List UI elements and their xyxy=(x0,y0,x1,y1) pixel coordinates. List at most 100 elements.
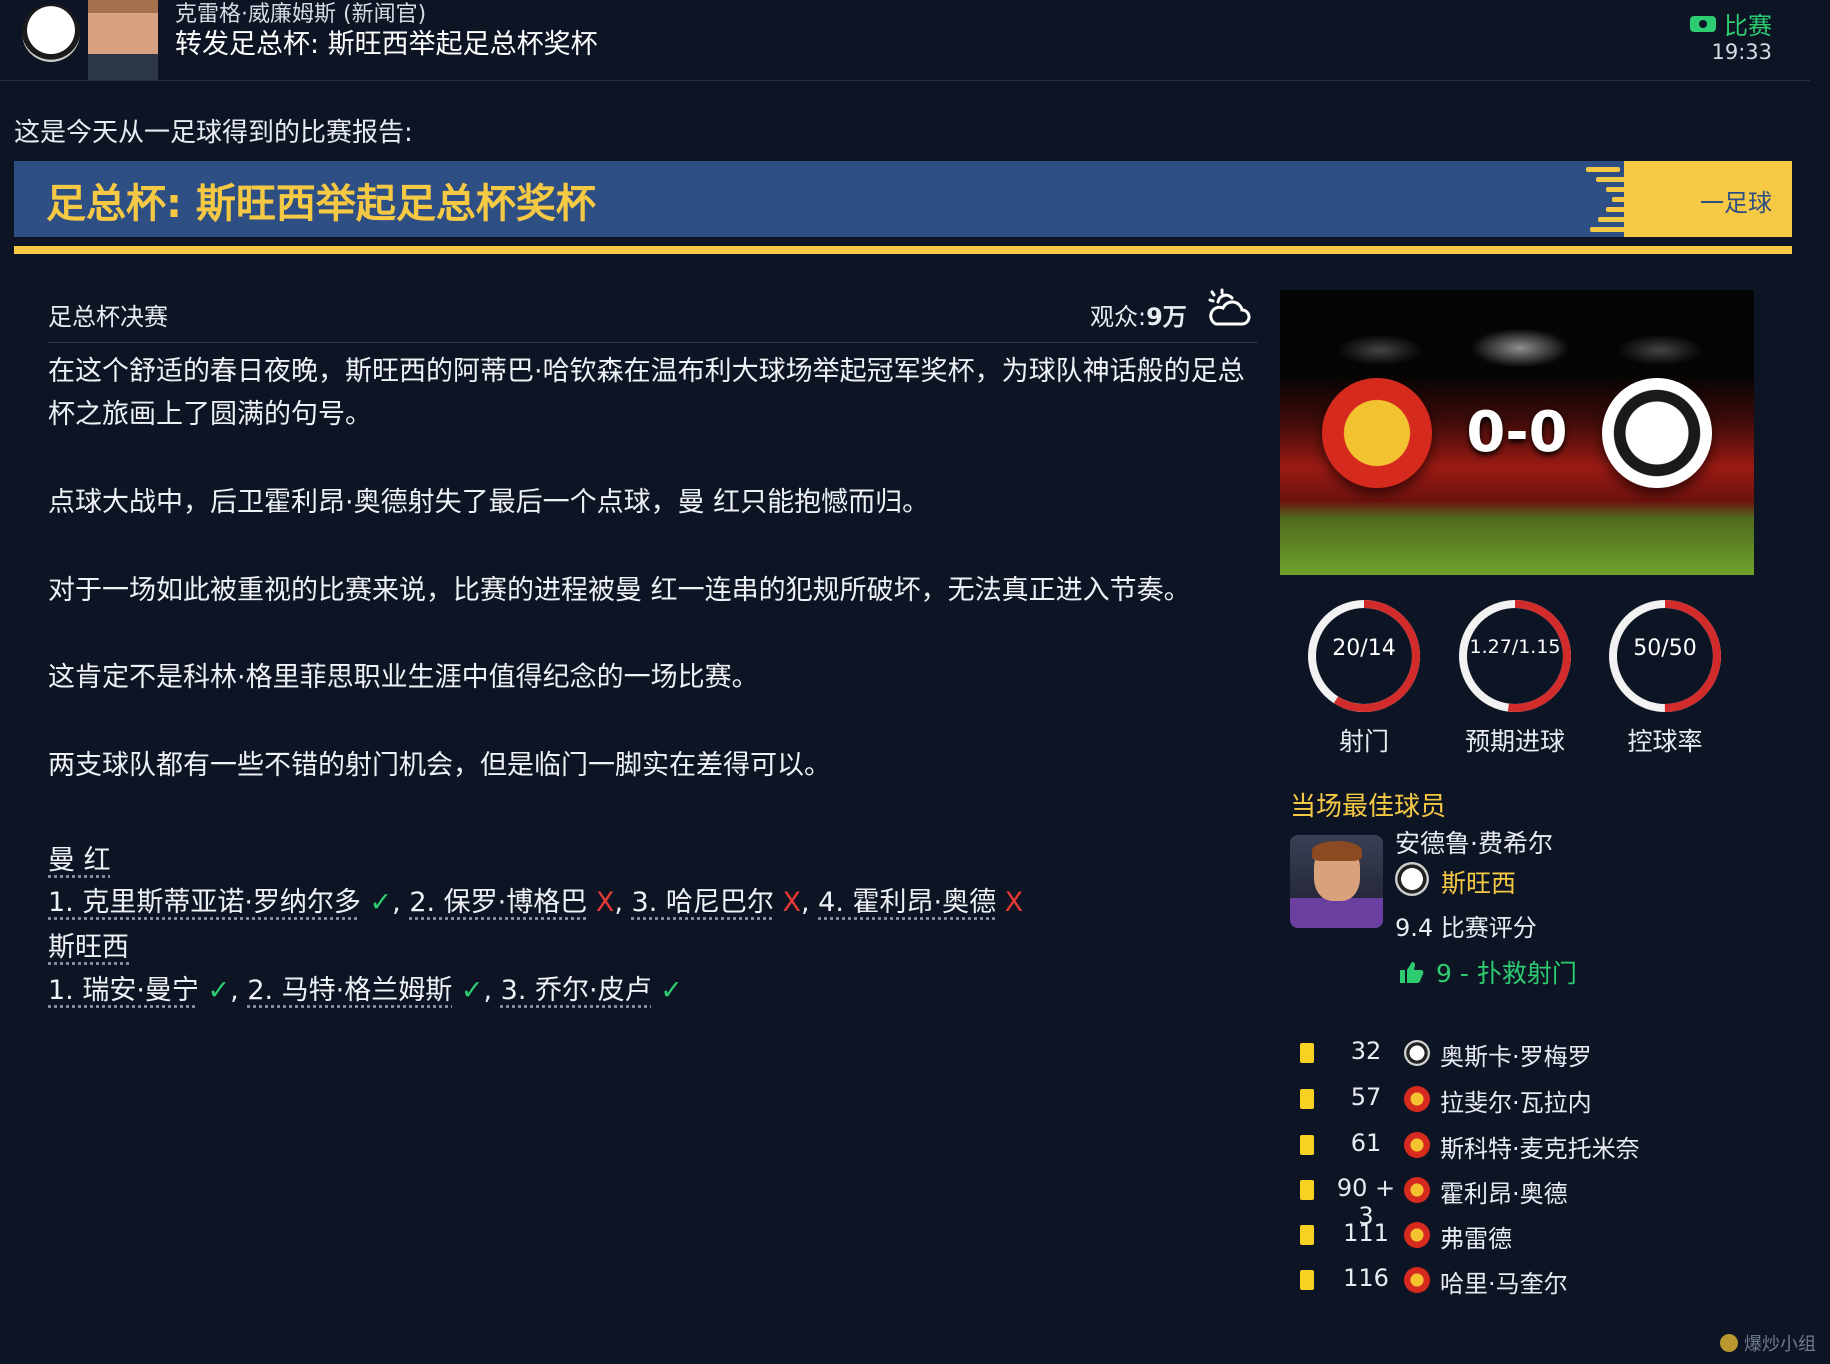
attendance-value: 9万 xyxy=(1146,303,1187,331)
penalty-taker[interactable]: 1. 克里斯蒂亚诺·罗纳尔多 xyxy=(48,887,361,918)
yellow-card-icon xyxy=(1300,1089,1314,1109)
booking-minute: 61 xyxy=(1350,1129,1382,1157)
penalty-missed-mark: X xyxy=(595,887,615,918)
match-scoreboard[interactable]: 0-0 xyxy=(1280,290,1754,575)
match-score: 0-0 xyxy=(1430,400,1604,465)
category-label: 比赛 xyxy=(1690,6,1772,41)
booking-row[interactable]: 111 弗雷德 xyxy=(1300,1217,1700,1257)
stat-label: 射门 xyxy=(1338,727,1389,756)
stat-shots: 20/14 射门 xyxy=(1304,596,1424,758)
banner-title: 足总杯: 斯旺西举起足总杯奖杯 xyxy=(46,181,596,227)
booking-minute: 111 xyxy=(1343,1219,1389,1247)
source-logo-icon xyxy=(1586,167,1634,232)
booking-row[interactable]: 90 + 3 霍利昂·奥德 xyxy=(1300,1172,1700,1230)
player-photo[interactable] xyxy=(1290,835,1383,928)
report-paragraph: 在这个舒适的春日夜晚，斯旺西的阿蒂巴·哈钦森在温布利大球场举起冠军奖杯，为球队神… xyxy=(48,356,1245,430)
yellow-card-icon xyxy=(1300,1270,1314,1290)
away-score: 0 xyxy=(1528,400,1568,465)
manchester-united-badge-icon xyxy=(1404,1267,1430,1293)
shootout-kicks-away: 1. 瑞安·曼宁 ✓, 2. 马特·格兰姆斯 ✓, 3. 乔尔·皮卢 ✓ xyxy=(48,975,683,1006)
booking-player[interactable]: 奥斯卡·罗梅罗 xyxy=(1440,1037,1592,1072)
watermark: 爆炒小组 xyxy=(1720,1330,1816,1356)
penalty-taker[interactable]: 2. 保罗·博格巴 xyxy=(409,887,587,918)
booking-row[interactable]: 57 拉斐尔·瓦拉内 xyxy=(1300,1081,1700,1121)
booking-row[interactable]: 32 奥斯卡·罗梅罗 xyxy=(1300,1035,1700,1075)
attendance: 观众:9万 xyxy=(1090,297,1187,332)
article-divider xyxy=(48,342,1258,343)
stat-label: 预期进球 xyxy=(1464,727,1565,756)
highlight-text: 9 - 扑救射门 xyxy=(1436,959,1577,988)
penalty-taker[interactable]: 2. 马特·格兰姆斯 xyxy=(247,975,452,1006)
watermark-text: 爆炒小组 xyxy=(1744,1334,1816,1355)
manchester-united-badge-icon xyxy=(1404,1222,1430,1248)
stat-value: 1.27/1.15 xyxy=(1469,636,1561,658)
stat-label: 控球率 xyxy=(1627,727,1703,756)
manchester-united-badge-icon xyxy=(1404,1177,1430,1203)
partly-cloudy-icon xyxy=(1208,288,1251,326)
penalty-scored-mark: ✓ xyxy=(460,975,484,1006)
shootout-team-away[interactable]: 斯旺西 xyxy=(48,925,129,964)
penalty-scored-mark: ✓ xyxy=(660,975,683,1006)
booking-minute: 32 xyxy=(1350,1037,1382,1065)
report-paragraph: 两支球队都有一些不错的射门机会，但是临门一脚实在差得可以。 xyxy=(48,750,831,781)
booking-player[interactable]: 拉斐尔·瓦拉内 xyxy=(1440,1083,1592,1118)
penalty-taker[interactable]: 4. 霍利昂·奥德 xyxy=(818,887,996,918)
score-separator: - xyxy=(1505,400,1529,465)
source-name: 一足球 xyxy=(1700,189,1772,217)
shootout-team-home[interactable]: 曼 红 xyxy=(48,838,111,877)
manchester-united-badge-icon xyxy=(1404,1132,1430,1158)
swansea-badge-icon xyxy=(1404,1040,1430,1066)
penalty-taker[interactable]: 1. 瑞安·曼宁 xyxy=(48,975,199,1006)
home-score: 0 xyxy=(1466,400,1506,465)
message-header: 克雷格·威廉姆斯 (新闻官) 转发足总杯: 斯旺西举起足总杯奖杯 比赛 19:3… xyxy=(0,0,1810,81)
news-source: 一足球 xyxy=(1586,161,1792,237)
message-time: 19:33 xyxy=(1711,40,1772,64)
swansea-city-crest-icon[interactable] xyxy=(1602,378,1712,488)
club-badge-icon xyxy=(22,4,80,62)
report-paragraph: 这肯定不是科林·格里菲思职业生涯中值得纪念的一场比赛。 xyxy=(48,662,759,693)
penalty-scored-mark: ✓ xyxy=(207,975,231,1006)
thumbs-up-icon xyxy=(1400,962,1424,983)
ticket-icon xyxy=(1690,15,1716,32)
intro-text: 这是今天从一足球得到的比赛报告: xyxy=(14,118,413,148)
attendance-label: 观众: xyxy=(1090,303,1147,331)
player-of-match-title: 当场最佳球员 xyxy=(1290,792,1447,822)
booking-player[interactable]: 哈里·马奎尔 xyxy=(1440,1264,1568,1299)
report-paragraph: 点球大战中，后卫霍利昂·奥德射失了最后一个点球，曼 红只能抱憾而归。 xyxy=(48,487,930,518)
yellow-card-icon xyxy=(1300,1225,1314,1245)
competition-name: 足总杯决赛 xyxy=(48,303,168,331)
yellow-card-icon xyxy=(1300,1180,1314,1200)
stat-value: 50/50 xyxy=(1633,636,1697,661)
penalty-taker[interactable]: 3. 乔尔·皮卢 xyxy=(501,975,652,1006)
report-paragraph: 对于一场如此被重视的比赛来说，比赛的进程被曼 红一连串的犯规所破坏，无法真正进入… xyxy=(48,575,1191,606)
player-name[interactable]: 安德鲁·费希尔 xyxy=(1395,824,1553,860)
player-club[interactable]: 斯旺西 xyxy=(1441,864,1516,900)
booking-player[interactable]: 霍利昂·奥德 xyxy=(1440,1174,1568,1209)
booking-player[interactable]: 弗雷德 xyxy=(1440,1219,1512,1254)
shootout-kicks-home: 1. 克里斯蒂亚诺·罗纳尔多 ✓, 2. 保罗·博格巴 X, 3. 哈尼巴尔 X… xyxy=(48,887,1024,918)
banner-divider xyxy=(14,246,1792,254)
booking-player[interactable]: 斯科特·麦克托米奈 xyxy=(1440,1129,1640,1164)
watermark-logo-icon xyxy=(1720,1334,1738,1352)
sender-avatar[interactable] xyxy=(88,0,158,80)
yellow-card-icon xyxy=(1300,1135,1314,1155)
stat-value: 20/14 xyxy=(1332,636,1396,661)
booking-row[interactable]: 116 哈里·马奎尔 xyxy=(1300,1262,1700,1302)
player-highlight: 9 - 扑救射门 xyxy=(1398,954,1577,990)
message-title: 转发足总杯: 斯旺西举起足总杯奖杯 xyxy=(175,29,598,60)
manchester-united-crest-icon[interactable] xyxy=(1322,378,1432,488)
penalty-missed-mark: X xyxy=(782,887,801,918)
booking-minute: 57 xyxy=(1350,1083,1382,1111)
penalty-scored-mark: ✓ xyxy=(369,887,393,918)
swansea-badge-icon xyxy=(1395,862,1429,896)
booking-minute: 116 xyxy=(1343,1264,1389,1292)
category-text: 比赛 xyxy=(1724,12,1772,40)
yellow-card-icon xyxy=(1300,1043,1314,1063)
stat-expected-goals: 1.27/1.15 预期进球 xyxy=(1455,596,1575,758)
stat-possession: 50/50 控球率 xyxy=(1605,596,1725,758)
penalty-missed-mark: X xyxy=(1004,887,1024,918)
manchester-united-badge-icon xyxy=(1404,1086,1430,1112)
penalty-taker[interactable]: 3. 哈尼巴尔 xyxy=(632,887,774,918)
player-rating: 9.4 比赛评分 xyxy=(1395,914,1537,942)
booking-row[interactable]: 61 斯科特·麦克托米奈 xyxy=(1300,1127,1700,1167)
